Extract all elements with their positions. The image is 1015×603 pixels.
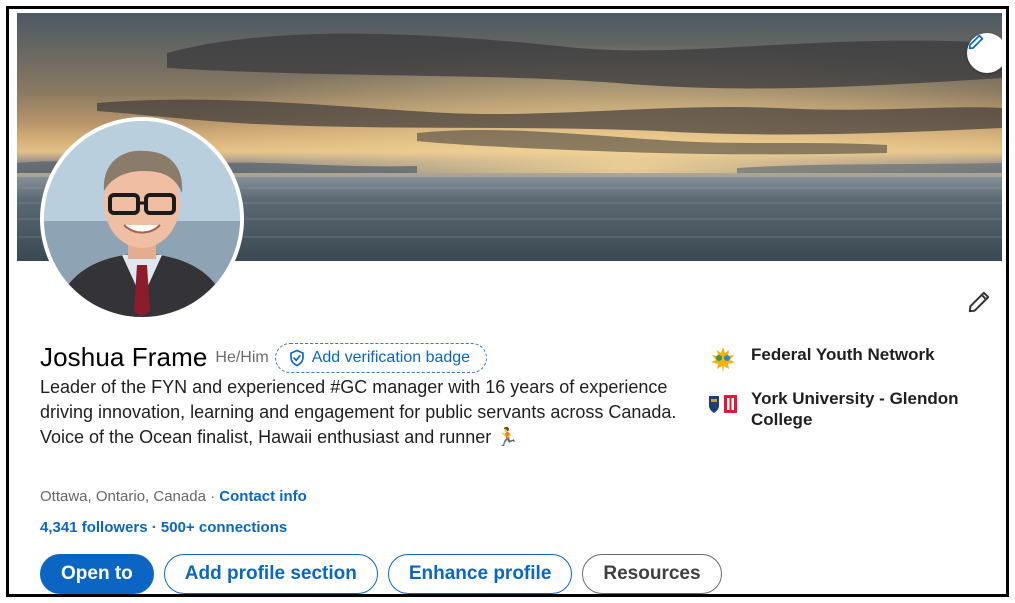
- location-row: Ottawa, Ontario, Canada · Contact info: [40, 488, 307, 505]
- connections-link[interactable]: 500+ connections: [161, 519, 287, 536]
- university-crest-icon: [707, 388, 739, 420]
- contact-info-link[interactable]: Contact info: [219, 488, 307, 505]
- followers-link[interactable]: 4,341 followers: [40, 519, 148, 536]
- add-profile-section-button[interactable]: Add profile section: [163, 554, 378, 594]
- headline-text: Leader of the FYN and experienced #GC ma…: [40, 377, 677, 447]
- profile-headline: Leader of the FYN and experienced #GC ma…: [40, 375, 680, 450]
- profile-actions: Open to Add profile section Enhance prof…: [40, 554, 722, 594]
- pencil-icon: [968, 34, 984, 50]
- org-name: York University - Glendon College: [751, 389, 959, 429]
- pencil-icon: [968, 291, 990, 313]
- open-to-button[interactable]: Open to: [40, 554, 154, 594]
- maple-leaf-logo-icon: [707, 344, 739, 376]
- org-name: Federal Youth Network: [751, 345, 935, 364]
- profile-card: Joshua Frame He/Him Add verification bad…: [6, 6, 1009, 597]
- network-row: 4,341 followers · 500+ connections: [40, 519, 287, 536]
- profile-name: Joshua Frame: [40, 342, 208, 372]
- enhance-profile-button[interactable]: Enhance profile: [387, 554, 573, 594]
- name-row: Joshua Frame He/Him Add verification bad…: [40, 342, 488, 373]
- profile-photo[interactable]: [40, 117, 244, 321]
- network-separator: ·: [147, 519, 161, 536]
- location-text: Ottawa, Ontario, Canada: [40, 488, 206, 505]
- resources-button[interactable]: Resources: [582, 554, 722, 594]
- org-item-federal-youth-network[interactable]: Federal Youth Network: [707, 344, 981, 376]
- runner-emoji-icon: 🏃: [496, 427, 519, 447]
- verification-label: Add verification badge: [311, 348, 471, 366]
- add-verification-badge-button[interactable]: Add verification badge: [274, 342, 488, 373]
- org-item-york-university[interactable]: York University - Glendon College: [707, 388, 981, 430]
- location-separator: ·: [205, 488, 220, 505]
- person-portrait-icon: [44, 121, 240, 317]
- edit-intro-button[interactable]: [964, 287, 994, 317]
- edit-cover-button[interactable]: [967, 33, 1002, 73]
- pronouns: He/Him: [215, 348, 269, 366]
- shield-check-icon: [289, 349, 304, 366]
